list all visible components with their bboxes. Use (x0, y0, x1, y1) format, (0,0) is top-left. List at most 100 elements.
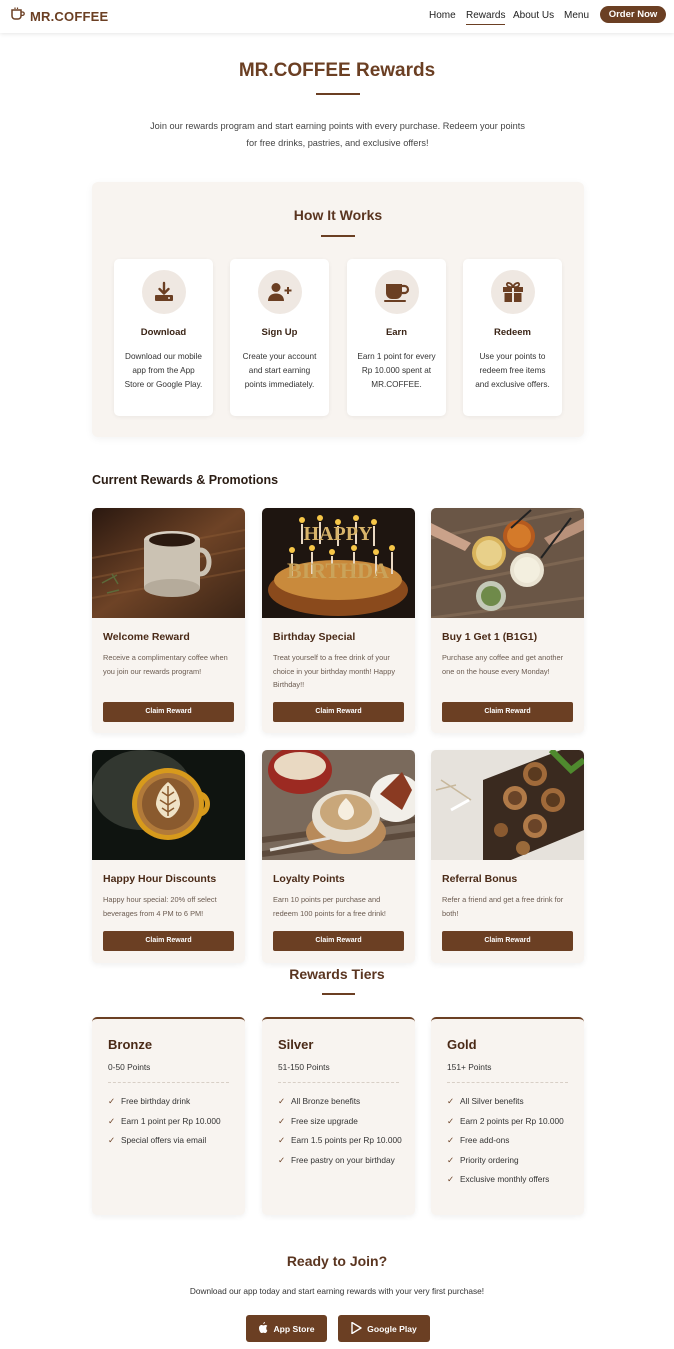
svg-text:HAPPY: HAPPY (304, 523, 373, 545)
cta-subtitle: Download our app today and start earning… (189, 1286, 485, 1296)
tier-name: Silver (278, 1037, 314, 1052)
cappuccino-cake-photo (262, 750, 415, 860)
claim-reward-button[interactable]: Claim Reward (103, 702, 234, 722)
title-divider (316, 93, 360, 95)
promo-card-b1g1: Buy 1 Get 1 (B1G1) Purchase any coffee a… (431, 508, 584, 733)
pastries-photo (431, 750, 584, 860)
step-description: Create your account and start earning po… (242, 352, 317, 389)
coffee-cup-icon (11, 7, 25, 25)
promo-card-birthday: HAPPY BIRTHDA Birthday Special Treat you… (262, 508, 415, 733)
benefit-item: ✓ All Bronze benefits (278, 1095, 406, 1109)
tier-points: 151+ Points (447, 1062, 492, 1072)
app-store-button[interactable]: App Store (246, 1315, 327, 1342)
check-icon: ✓ (447, 1096, 455, 1106)
step-title: Redeem (494, 327, 531, 338)
promo-description: Receive a complimentary coffee when you … (103, 653, 228, 676)
svg-text:BIRTHDA: BIRTHDA (287, 558, 389, 583)
check-icon: ✓ (278, 1115, 286, 1126)
page-title: MR.COFFEE Rewards (238, 60, 436, 81)
check-icon: ✓ (447, 1115, 455, 1126)
claim-reward-button[interactable]: Claim Reward (273, 931, 404, 951)
tiers-divider (322, 993, 355, 995)
step-description: Earn 1 point for every Rp 10.000 spent a… (357, 352, 436, 389)
tier-card-bronze: Bronze 0-50 Points ✓ Free birthday drink … (92, 1017, 245, 1215)
claim-reward-button[interactable]: Claim Reward (273, 702, 404, 722)
tier-divider (278, 1082, 399, 1083)
claim-reward-button[interactable]: Claim Reward (442, 702, 573, 722)
promo-title: Buy 1 Get 1 (B1G1) (442, 631, 538, 643)
promo-description: Refer a friend and get a free drink for … (442, 895, 564, 918)
step-card-earn: Earn Earn 1 point for every Rp 10.000 sp… (347, 259, 446, 416)
step-card-redeem: Redeem Use your points to redeem free it… (463, 259, 562, 416)
download-icon (142, 270, 186, 314)
benefit-item: ✓ Priority ordering (447, 1154, 575, 1168)
benefit-item: ✓ All Silver benefits (447, 1095, 575, 1109)
drinks-toast-photo (431, 508, 584, 620)
step-title: Earn (385, 327, 408, 338)
how-it-works-title: How It Works (293, 207, 383, 223)
promo-card-welcome: Welcome Reward Receive a complimentary c… (92, 508, 245, 733)
tiers-title: Rewards Tiers (289, 966, 385, 982)
claim-reward-button[interactable]: Claim Reward (103, 931, 234, 951)
check-icon: ✓ (108, 1135, 116, 1145)
check-icon: ✓ (278, 1096, 286, 1106)
benefit-item: ✓ Exclusive monthly offers (447, 1173, 575, 1187)
tier-points: 0-50 Points (108, 1062, 151, 1072)
latte-art-photo (92, 750, 245, 860)
coffee-mug-photo (92, 508, 245, 618)
step-card-sign-up: Sign Up Create your account and start ea… (230, 259, 329, 416)
benefit-item: ✓ Free birthday drink (108, 1095, 236, 1109)
nav-about-link[interactable]: About Us (513, 10, 554, 21)
how-it-works-panel: How It Works Download Download our mobil… (92, 182, 584, 437)
nav-rewards-link[interactable]: Rewards (466, 10, 506, 25)
promotions-title: Current Rewards & Promotions (92, 473, 279, 487)
tier-points: 51-150 Points (278, 1062, 330, 1072)
gift-icon (491, 270, 535, 314)
benefit-item: ✓ Earn 2 points per Rp 10.000 (447, 1115, 575, 1129)
nav-home-link[interactable]: Home (429, 10, 456, 21)
promo-description: Earn 10 points per purchase and redeem 1… (273, 895, 386, 918)
check-icon: ✓ (447, 1135, 455, 1145)
benefit-item: ✓ Special offers via email (108, 1134, 236, 1148)
hero-subtitle: Join our rewards program and start earni… (150, 121, 525, 148)
play-icon (351, 1321, 362, 1336)
promo-description: Treat yourself to a free drink of your c… (273, 653, 396, 689)
check-icon: ✓ (278, 1135, 286, 1145)
birthday-cake-photo: HAPPY BIRTHDA (262, 508, 415, 618)
check-icon: ✓ (278, 1154, 286, 1165)
promo-title: Welcome Reward (103, 631, 190, 643)
tier-card-gold: Gold 151+ Points ✓ All Silver benefits ✓ E… (431, 1017, 584, 1215)
step-title: Sign Up (261, 327, 298, 338)
apple-icon (258, 1322, 268, 1335)
section-divider (321, 235, 355, 237)
google-play-button[interactable]: Google Play (338, 1315, 430, 1342)
promo-card-referral: Referral Bonus Refer a friend and get a … (431, 750, 584, 963)
tier-divider (447, 1082, 568, 1083)
coffee-cup-icon (375, 270, 419, 314)
brand-logo[interactable]: MR.COFFEE (11, 7, 108, 25)
tier-benefits: ✓ All Bronze benefits ✓ Free size upgrade … (278, 1095, 406, 1173)
top-navbar: MR.COFFEE Home Rewards About Us Menu Ord… (0, 0, 674, 33)
promo-title: Happy Hour Discounts (103, 873, 217, 885)
nav-menu-link[interactable]: Menu (564, 10, 589, 21)
order-now-button[interactable]: Order Now (600, 6, 666, 23)
promo-title: Referral Bonus (442, 873, 518, 885)
benefit-item: ✓ Free add-ons (447, 1134, 575, 1148)
check-icon: ✓ (447, 1154, 455, 1165)
user-plus-icon (258, 270, 302, 314)
cta-title: Ready to Join? (286, 1253, 388, 1269)
promo-card-happy-hour: Happy Hour Discounts Happy hour special:… (92, 750, 245, 963)
tier-name: Gold (447, 1037, 477, 1052)
step-title: Download (140, 327, 187, 338)
tier-card-silver: Silver 51-150 Points ✓ All Bronze benefit… (262, 1017, 415, 1215)
tier-benefits: ✓ All Silver benefits ✓ Earn 2 points per … (447, 1095, 575, 1193)
claim-reward-button[interactable]: Claim Reward (442, 931, 573, 951)
google-play-label: Google Play (367, 1323, 417, 1334)
promo-title: Loyalty Points (273, 873, 345, 885)
check-icon: ✓ (108, 1115, 116, 1126)
tier-benefits: ✓ Free birthday drink ✓ Earn 1 point per R… (108, 1095, 236, 1154)
step-description: Download our mobile app from the App Sto… (124, 352, 203, 389)
app-store-label: App Store (273, 1323, 315, 1334)
benefit-item: ✓ Free size upgrade (278, 1115, 406, 1129)
benefit-item: ✓ Earn 1 point per Rp 10.000 (108, 1115, 236, 1129)
